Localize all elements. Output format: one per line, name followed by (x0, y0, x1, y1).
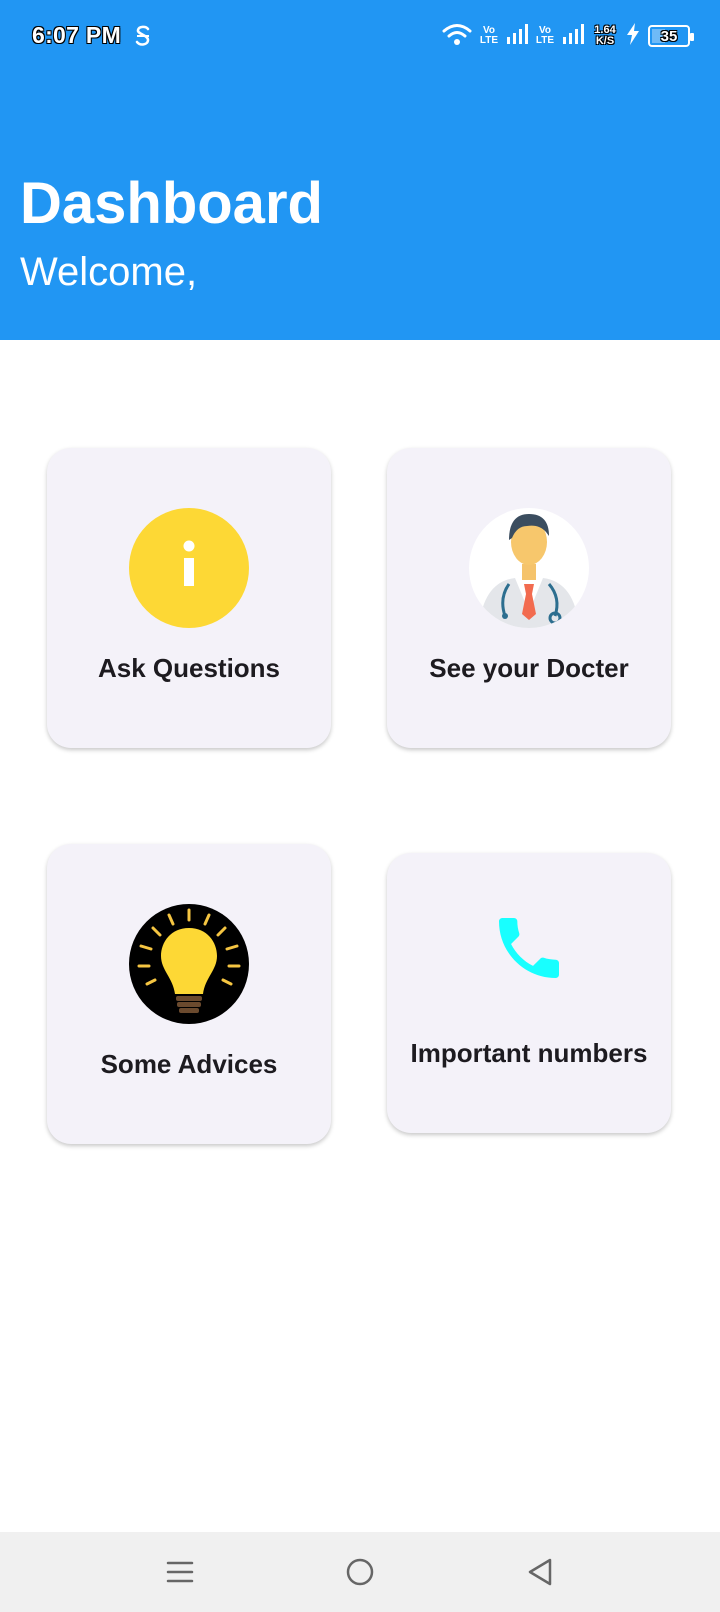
lightbulb-icon (129, 904, 249, 1024)
some-advices-card[interactable]: Some Advices (47, 844, 331, 1144)
home-icon[interactable] (340, 1552, 380, 1592)
doctor-icon (469, 508, 589, 628)
card-label: Some Advices (100, 1049, 278, 1079)
welcome-text: Welcome, (20, 250, 198, 294)
signal-icon-sim1 (506, 23, 528, 50)
network-speed: 1.64 K/S (590, 25, 620, 47)
system-nav-bar (0, 1532, 720, 1612)
page-title: Dashboard (20, 171, 323, 236)
app-notification-icon (134, 24, 152, 48)
battery-tip (690, 33, 694, 41)
back-icon[interactable] (520, 1552, 560, 1592)
status-time: 6:07 PM (32, 22, 122, 48)
volte-icon-sim1: Vo LTE (479, 25, 499, 46)
card-label: Important numbers (410, 1038, 648, 1068)
info-icon (129, 508, 249, 628)
important-numbers-card[interactable]: Important numbers (387, 853, 671, 1133)
signal-icon-sim2 (562, 23, 584, 50)
charging-icon (626, 22, 640, 50)
menu-icon[interactable] (160, 1552, 200, 1592)
app-header: 6:07 PM Vo LTE Vo LTE 1.64 K/S 35 Dashbo… (0, 0, 720, 340)
card-label: Ask Questions (97, 653, 281, 683)
battery-icon: 35 (648, 25, 694, 47)
see-doctor-card[interactable]: See your Docter (387, 448, 671, 748)
status-icons: Vo LTE Vo LTE 1.64 K/S 35 (442, 20, 694, 52)
wifi-icon (442, 22, 472, 51)
status-bar: 6:07 PM Vo LTE Vo LTE 1.64 K/S 35 (0, 0, 720, 72)
volte-icon-sim2: Vo LTE (535, 25, 555, 46)
ask-questions-card[interactable]: Ask Questions (47, 448, 331, 748)
battery-level: 35 (660, 28, 678, 45)
phone-icon (489, 908, 569, 988)
card-label: See your Docter (429, 653, 629, 683)
network-speed-unit: K/S (595, 35, 615, 47)
